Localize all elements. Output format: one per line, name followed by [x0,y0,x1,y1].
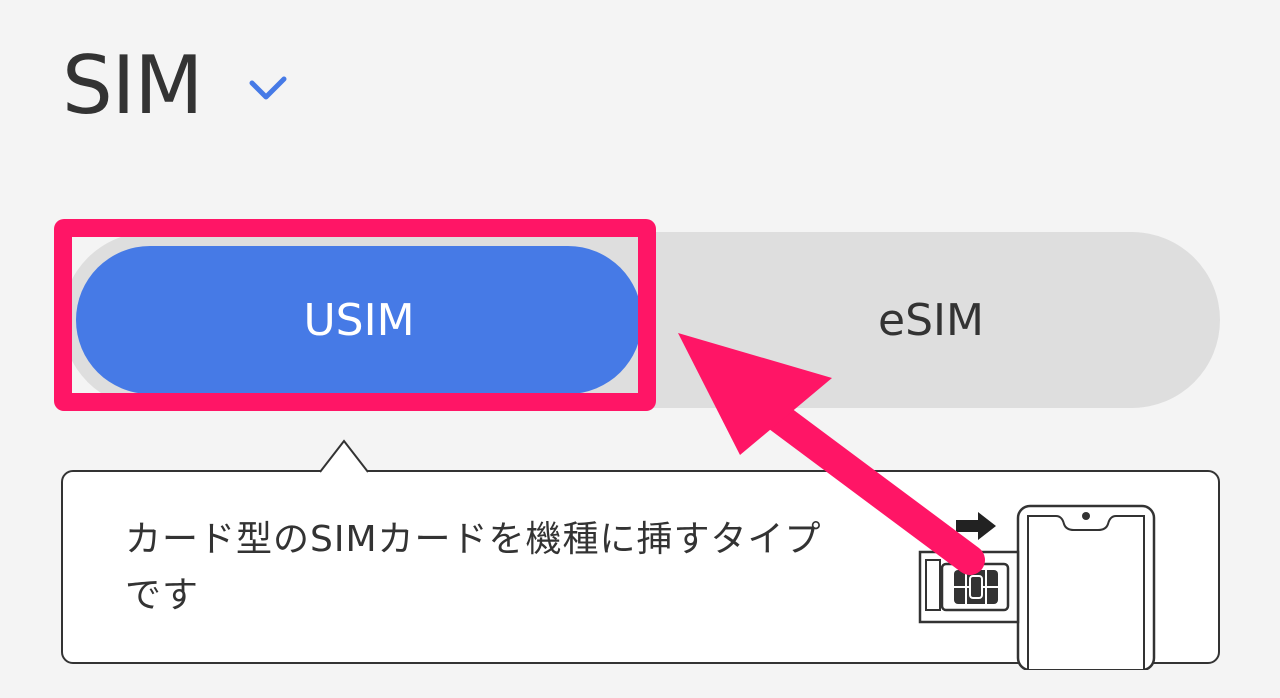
page-title: SIM [62,39,203,132]
usim-option-button[interactable]: USIM [76,246,642,394]
sim-card-insert-icon [918,504,1156,670]
usim-option-label: USIM [303,294,415,346]
chevron-down-icon[interactable] [248,75,288,103]
esim-option-button[interactable]: eSIM [642,246,1220,394]
description-text: カード型のSIMカードを機種に挿すタイプです [125,519,822,616]
title-row: SIM [62,36,288,136]
tooltip-tail [320,439,368,473]
esim-option-label: eSIM [878,294,984,346]
sim-type-toggle: USIM eSIM [62,232,1220,408]
